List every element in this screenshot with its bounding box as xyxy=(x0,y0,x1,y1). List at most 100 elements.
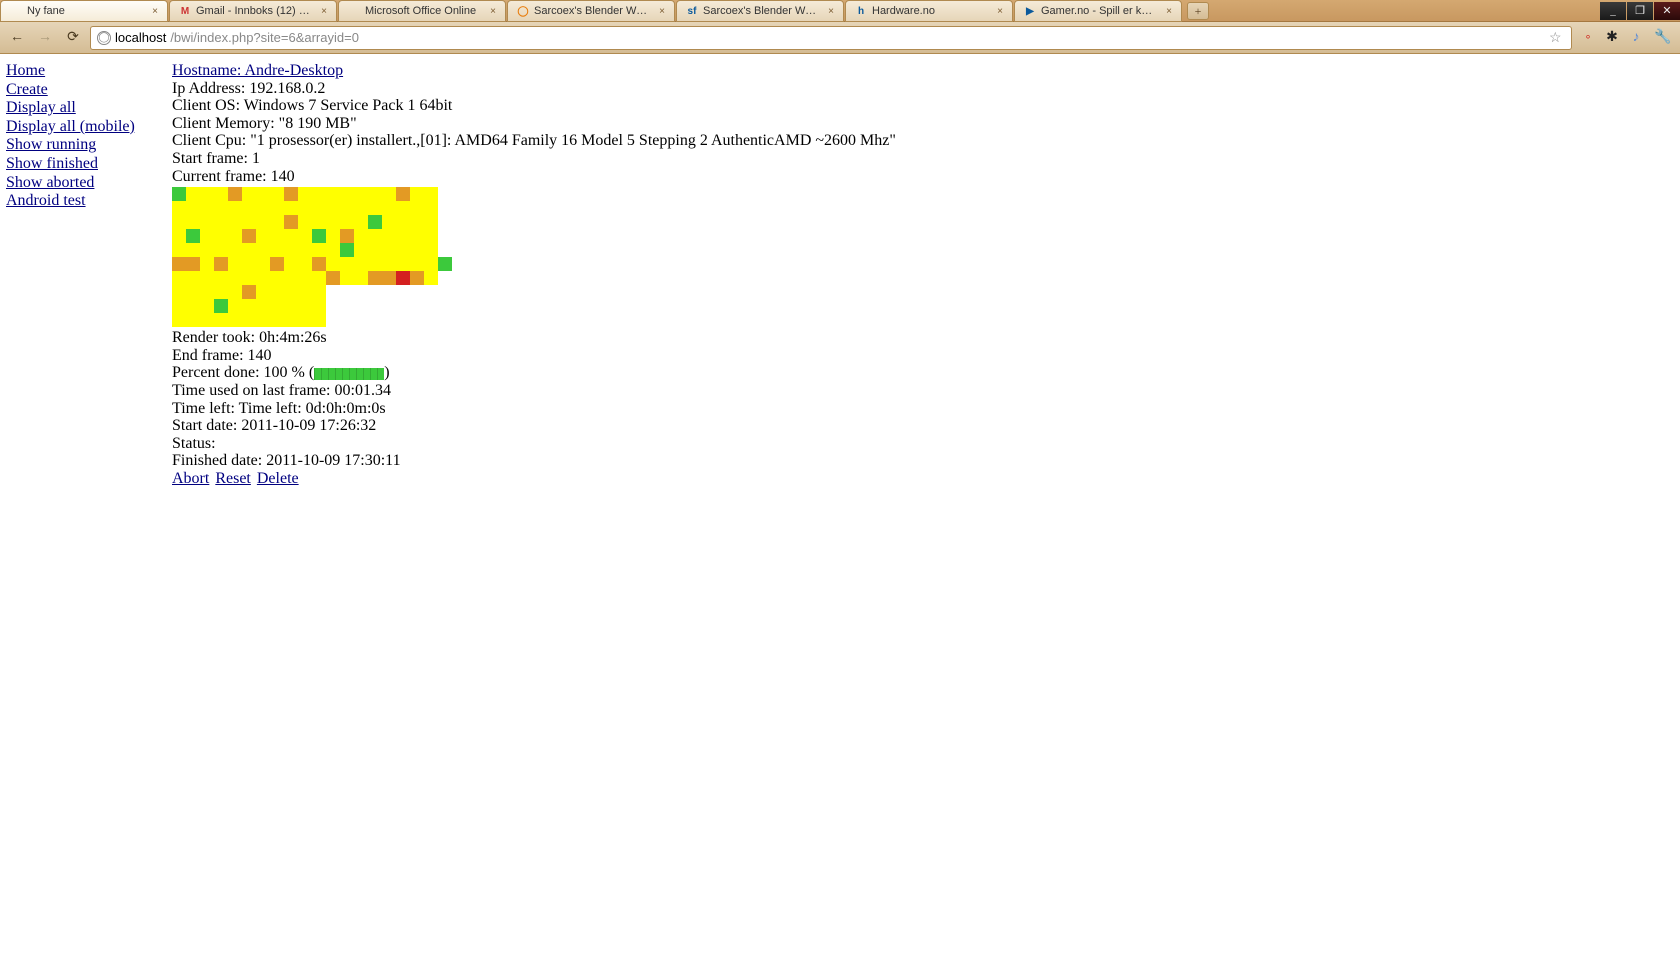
tab-close-icon[interactable]: × xyxy=(149,5,161,17)
new-tab-button[interactable]: + xyxy=(1187,2,1209,20)
maximize-button[interactable]: ❐ xyxy=(1627,2,1653,20)
render-took: Render took: 0h:4m:26s xyxy=(172,329,1674,347)
frame-status-grid xyxy=(172,187,452,327)
start-date: Start date: 2011-10-09 17:26:32 xyxy=(172,417,1674,435)
reset-link[interactable]: Reset xyxy=(215,470,251,487)
frame-cell xyxy=(354,215,368,229)
frame-cell xyxy=(270,271,284,285)
delete-link[interactable]: Delete xyxy=(257,470,299,487)
reload-button[interactable]: ⟳ xyxy=(62,27,84,49)
tab-label: Sarcoex's Blender Web Inte xyxy=(703,5,817,17)
frame-cell xyxy=(396,257,410,271)
frame-cell xyxy=(172,229,186,243)
blender-icon: ◯ xyxy=(516,4,530,18)
frame-cell xyxy=(424,299,438,313)
frame-cell xyxy=(200,299,214,313)
frame-cell xyxy=(284,243,298,257)
frame-cell xyxy=(368,187,382,201)
frame-cell xyxy=(172,313,186,327)
frame-cell xyxy=(340,285,354,299)
frame-cell xyxy=(186,271,200,285)
percent-done: Percent done: 100 % () xyxy=(172,364,1674,382)
sidebar-link-show-running[interactable]: Show running xyxy=(6,136,164,154)
frame-cell xyxy=(284,257,298,271)
office-icon xyxy=(347,4,361,18)
frame-cell xyxy=(368,271,382,285)
browser-tab[interactable]: sf Sarcoex's Blender Web Inte × xyxy=(676,0,844,22)
tab-close-icon[interactable]: × xyxy=(318,5,330,17)
star-icon[interactable]: ☆ xyxy=(1549,30,1565,46)
frame-cell xyxy=(186,215,200,229)
frame-cell xyxy=(298,271,312,285)
sidebar-link-home[interactable]: Home xyxy=(6,62,164,80)
ext-icon-2[interactable]: ✱ xyxy=(1602,28,1622,48)
abort-link[interactable]: Abort xyxy=(172,470,209,487)
browser-tab[interactable]: ▶Gamer.no - Spill er kultur× xyxy=(1014,0,1182,22)
action-links: Abort Reset Delete xyxy=(172,470,1674,488)
frame-cell xyxy=(270,215,284,229)
tab-close-icon[interactable]: × xyxy=(487,5,499,17)
frame-cell xyxy=(396,243,410,257)
frame-cell xyxy=(284,299,298,313)
tab-close-icon[interactable]: × xyxy=(825,5,837,17)
frame-cell xyxy=(424,285,438,299)
frame-cell xyxy=(382,243,396,257)
sidebar-link-android-test[interactable]: Android test xyxy=(6,192,164,210)
frame-cell xyxy=(312,299,326,313)
sidebar-link-display-all-mobile[interactable]: Display all (mobile) xyxy=(6,118,164,136)
frame-cell xyxy=(340,299,354,313)
frame-cell xyxy=(200,229,214,243)
frame-cell xyxy=(242,215,256,229)
frame-cell xyxy=(326,271,340,285)
frame-cell xyxy=(214,215,228,229)
frame-cell xyxy=(298,243,312,257)
sf-icon: sf xyxy=(685,4,699,18)
forward-button[interactable]: → xyxy=(34,27,56,49)
frame-cell xyxy=(396,229,410,243)
frame-cell xyxy=(368,299,382,313)
frame-cell xyxy=(172,271,186,285)
frame-cell xyxy=(242,187,256,201)
sidebar-link-create[interactable]: Create xyxy=(6,81,164,99)
frame-cell xyxy=(172,243,186,257)
window-close-button[interactable]: ✕ xyxy=(1654,2,1680,20)
frame-cell xyxy=(312,215,326,229)
frame-cell xyxy=(424,257,438,271)
frame-cell xyxy=(214,243,228,257)
sidebar-link-show-finished[interactable]: Show finished xyxy=(6,155,164,173)
sidebar-link-show-aborted[interactable]: Show aborted xyxy=(6,174,164,192)
browser-tab[interactable]: Ny fane× xyxy=(0,0,168,22)
browser-tab[interactable]: hHardware.no× xyxy=(845,0,1013,22)
frame-cell xyxy=(326,285,340,299)
tab-strip: Ny fane×MGmail - Innboks (12) - andr×Mic… xyxy=(0,0,1680,22)
frame-cell xyxy=(396,215,410,229)
frame-cell xyxy=(256,243,270,257)
frame-cell xyxy=(256,201,270,215)
minimize-button[interactable]: _ xyxy=(1600,2,1626,20)
hostname-link[interactable]: Hostname: Andre-Desktop xyxy=(172,62,343,79)
frame-cell xyxy=(424,313,438,327)
browser-tab[interactable]: ◯Sarcoex's Blender Web Inte× xyxy=(507,0,675,22)
frame-cell xyxy=(214,201,228,215)
frame-cell xyxy=(256,215,270,229)
url-path: /bwi/index.php?site=6&arrayid=0 xyxy=(170,30,359,45)
url-bar[interactable]: ◯ localhost/bwi/index.php?site=6&arrayid… xyxy=(90,26,1572,50)
frame-cell xyxy=(396,285,410,299)
ext-icon-1[interactable]: ◦ xyxy=(1578,28,1598,48)
frame-cell xyxy=(326,187,340,201)
tab-close-icon[interactable]: × xyxy=(1163,5,1175,17)
frame-cell xyxy=(256,187,270,201)
frame-cell xyxy=(424,271,438,285)
tab-close-icon[interactable]: × xyxy=(656,5,668,17)
sidebar-link-display-all[interactable]: Display all xyxy=(6,99,164,117)
browser-tab[interactable]: MGmail - Innboks (12) - andr× xyxy=(169,0,337,22)
back-button[interactable]: ← xyxy=(6,27,28,49)
frame-cell xyxy=(382,271,396,285)
frame-cell xyxy=(438,215,452,229)
browser-tab[interactable]: Microsoft Office Online× xyxy=(338,0,506,22)
frame-cell xyxy=(340,257,354,271)
frame-cell xyxy=(270,299,284,313)
ext-icon-3[interactable]: ♪ xyxy=(1626,28,1646,48)
tab-close-icon[interactable]: × xyxy=(994,5,1006,17)
wrench-menu-button[interactable]: 🔧 xyxy=(1652,27,1674,49)
